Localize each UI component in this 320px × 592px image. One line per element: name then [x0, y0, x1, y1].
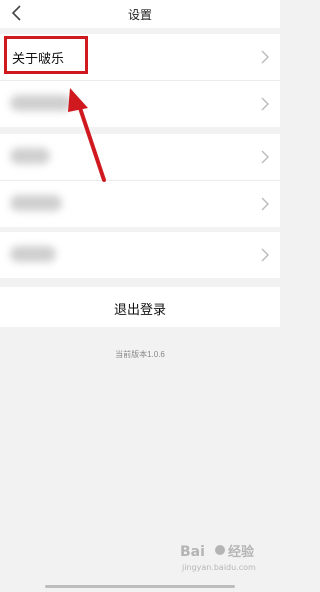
- baidu-jingyan-watermark: Bai 经验 jingyan.baidu.com: [180, 544, 256, 572]
- blurred-label: [10, 148, 50, 164]
- blurred-label: [10, 246, 56, 262]
- home-indicator: [45, 585, 235, 588]
- logout-button[interactable]: 退出登录: [0, 287, 280, 327]
- watermark-url: jingyan.baidu.com: [181, 563, 256, 572]
- annotation-arrow-icon: [68, 88, 106, 182]
- chevron-right-icon: [261, 197, 269, 211]
- chevron-right-icon: [261, 50, 269, 64]
- chevron-right-icon: [261, 97, 269, 111]
- logout-label: 退出登录: [113, 302, 166, 317]
- settings-row-blurred-1[interactable]: [0, 81, 280, 127]
- watermark-brand2: 经验: [228, 544, 255, 560]
- page-title: 设置: [127, 8, 152, 22]
- watermark-brand: Bai: [180, 544, 205, 560]
- version-text: 当前版本1.0.6: [115, 350, 165, 359]
- annotation-highlight-box: [4, 36, 88, 74]
- settings-row-blurred-3[interactable]: [0, 181, 280, 227]
- chevron-right-icon: [261, 150, 269, 164]
- settings-group-2: [0, 134, 280, 227]
- blurred-label: [10, 195, 62, 211]
- settings-row-blurred-2[interactable]: [0, 134, 280, 181]
- settings-row-blurred-4[interactable]: [0, 232, 280, 278]
- top-nav-bar: 设置: [0, 0, 280, 28]
- chevron-right-icon: [261, 248, 269, 262]
- settings-group-3: [0, 232, 280, 278]
